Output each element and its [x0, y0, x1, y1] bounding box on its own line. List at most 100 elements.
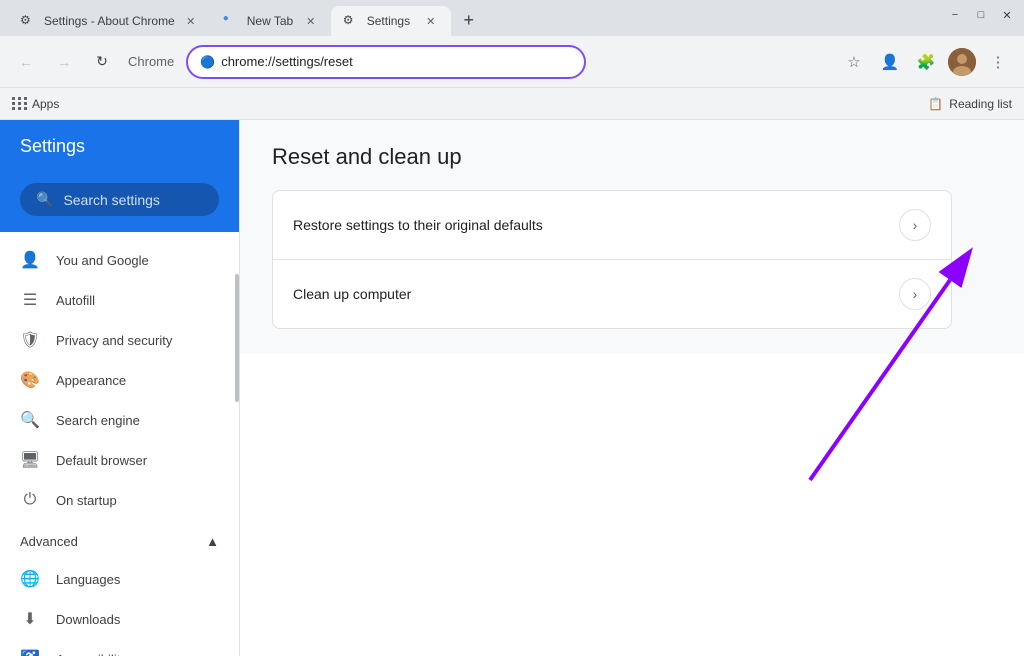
tab-icon-about: ⚙ — [20, 13, 36, 29]
settings-header: Settings — [0, 120, 239, 173]
reload-button[interactable]: ↻ — [86, 46, 118, 78]
back-button[interactable]: ← — [10, 46, 42, 78]
puzzle-icon: 🧩 — [917, 53, 936, 71]
chevron-right-icon2: › — [913, 286, 918, 302]
tab-title-about: Settings - About Chrome — [44, 14, 175, 28]
scrollbar[interactable] — [235, 274, 239, 401]
cleanup-label: Clean up computer — [293, 286, 899, 302]
reading-list-button[interactable]: 📋 Reading list — [928, 97, 1012, 111]
nav-bar: ← → ↻ Chrome 🔵 chrome://settings/reset ☆… — [0, 36, 1024, 88]
lock-icon: 🔵 — [200, 55, 215, 69]
menu-button[interactable]: ⋮ — [982, 46, 1014, 78]
address-bar-wrapper: Chrome 🔵 chrome://settings/reset — [124, 45, 828, 79]
browser-icon: 🖥 — [20, 450, 40, 470]
extensions-button[interactable]: 🧩 — [910, 46, 942, 78]
forward-icon: → — [57, 54, 71, 70]
restore-defaults-label: Restore settings to their original defau… — [293, 217, 899, 233]
sidebar-item-languages[interactable]: 🌐 Languages — [0, 559, 231, 599]
person-icon: 👤 — [881, 53, 900, 71]
tab-settings-about[interactable]: ⚙ Settings - About Chrome ✕ — [8, 6, 211, 36]
avatar-button[interactable] — [946, 46, 978, 78]
new-tab-button[interactable]: + — [455, 6, 483, 34]
nav-actions: ☆ 👤 🧩 ⋮ — [838, 46, 1014, 78]
palette-icon: 🎨 — [20, 370, 40, 390]
sidebar-item-downloads[interactable]: ⬇ Downloads — [0, 599, 231, 639]
window-controls: − □ ✕ — [946, 6, 1016, 24]
tab-icon-new: ● — [223, 13, 239, 29]
sidebar-label-downloads: Downloads — [56, 612, 120, 627]
minimize-button[interactable]: − — [946, 6, 964, 24]
settings-search-container: 🔍 Search settings — [0, 173, 239, 232]
cleanup-arrow-button[interactable]: › — [899, 278, 931, 310]
sidebar-label-you-and-google: You and Google — [56, 253, 149, 268]
chevron-right-icon: › — [913, 217, 918, 233]
download-icon: ⬇ — [20, 609, 40, 629]
sidebar-label-appearance: Appearance — [56, 373, 126, 388]
address-bar[interactable]: 🔵 chrome://settings/reset — [186, 45, 586, 79]
avatar — [948, 48, 976, 76]
settings-card: Restore settings to their original defau… — [272, 190, 952, 329]
restore-defaults-row[interactable]: Restore settings to their original defau… — [273, 191, 951, 260]
reading-list-icon: 📋 — [928, 97, 943, 111]
search-placeholder: Search settings — [63, 192, 160, 208]
person-icon: 👤 — [20, 250, 40, 270]
apps-grid-icon — [12, 97, 26, 111]
autofill-icon: ☰ — [20, 290, 40, 310]
tab-close-about[interactable]: ✕ — [183, 13, 199, 29]
sidebar-item-accessibility[interactable]: ♿ Accessibility — [0, 639, 231, 656]
sidebar-item-autofill[interactable]: ☰ Autofill — [0, 280, 231, 320]
sidebar-label-search-engine: Search engine — [56, 413, 140, 428]
bookmark-button[interactable]: ☆ — [838, 46, 870, 78]
tab-icon-settings: ⚙ — [343, 13, 359, 29]
search-icon: 🔍 — [36, 191, 53, 208]
sidebar-item-default-browser[interactable]: 🖥 Default browser — [0, 440, 231, 480]
sidebar-item-you-and-google[interactable]: 👤 You and Google — [0, 240, 231, 280]
apps-bar: Apps 📋 Reading list — [0, 88, 1024, 120]
sidebar-label-accessibility: Accessibility — [56, 652, 127, 656]
tab-close-new[interactable]: ✕ — [303, 13, 319, 29]
sidebar-label-autofill: Autofill — [56, 293, 95, 308]
accessibility-icon: ♿ — [20, 649, 40, 656]
apps-label: Apps — [32, 97, 59, 111]
more-icon: ⋮ — [991, 53, 1006, 71]
sidebar-label-privacy: Privacy and security — [56, 333, 172, 348]
shield-icon: 🛡 — [20, 330, 40, 350]
search-engine-icon: 🔍 — [20, 410, 40, 430]
sidebar-item-on-startup[interactable]: ⏻ On startup — [0, 480, 231, 520]
address-text: chrome://settings/reset — [221, 54, 353, 69]
globe-icon: 🌐 — [20, 569, 40, 589]
maximize-button[interactable]: □ — [972, 6, 990, 24]
sidebar-nav: 👤 You and Google ☰ Autofill 🛡 Privacy an… — [0, 232, 239, 656]
bookmark-icon: ☆ — [847, 53, 860, 71]
tab-new-tab[interactable]: ● New Tab ✕ — [211, 6, 331, 36]
advanced-label: Advanced — [20, 534, 78, 549]
search-box[interactable]: 🔍 Search settings — [20, 183, 219, 216]
tab-close-settings[interactable]: ✕ — [423, 13, 439, 29]
power-icon: ⏻ — [20, 490, 40, 510]
tab-title-settings: Settings — [367, 14, 415, 28]
content-area: Reset and clean up Restore settings to t… — [240, 120, 1024, 353]
sidebar-item-search-engine[interactable]: 🔍 Search engine — [0, 400, 231, 440]
close-button[interactable]: ✕ — [998, 6, 1016, 24]
profile-button[interactable]: 👤 — [874, 46, 906, 78]
advanced-section-header[interactable]: Advanced ▲ — [0, 524, 239, 559]
content-wrapper: Reset and clean up Restore settings to t… — [240, 120, 1024, 656]
sidebar-item-privacy[interactable]: 🛡 Privacy and security — [0, 320, 231, 360]
back-icon: ← — [19, 54, 33, 70]
restore-defaults-arrow-button[interactable]: › — [899, 209, 931, 241]
cleanup-row[interactable]: Clean up computer › — [273, 260, 951, 328]
sidebar: Settings 🔍 Search settings 👤 You and Goo… — [0, 120, 240, 656]
sidebar-item-appearance[interactable]: 🎨 Appearance — [0, 360, 231, 400]
forward-button[interactable]: → — [48, 46, 80, 78]
tab-settings[interactable]: ⚙ Settings ✕ — [331, 6, 451, 36]
tab-title-new: New Tab — [247, 14, 295, 28]
section-title: Reset and clean up — [272, 144, 992, 170]
sidebar-label-languages: Languages — [56, 572, 120, 587]
settings-title: Settings — [20, 136, 85, 156]
title-bar: ⚙ Settings - About Chrome ✕ ● New Tab ✕ … — [0, 0, 1024, 36]
main-layout: Settings 🔍 Search settings 👤 You and Goo… — [0, 120, 1024, 656]
apps-button[interactable]: Apps — [12, 97, 59, 111]
reload-icon: ↻ — [96, 53, 108, 70]
sidebar-label-on-startup: On startup — [56, 493, 117, 508]
advanced-toggle-icon: ▲ — [206, 534, 219, 549]
